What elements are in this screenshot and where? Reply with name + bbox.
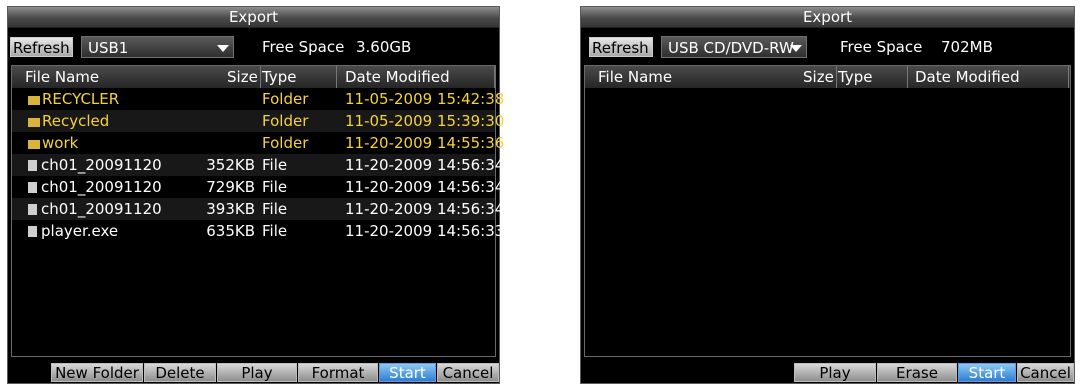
column-divider xyxy=(836,66,837,88)
start-button[interactable]: Start xyxy=(958,363,1016,382)
dialog-title: Export xyxy=(581,7,1074,28)
file-type: File xyxy=(262,178,288,196)
column-divider xyxy=(260,66,261,88)
file-list-header: File Name Size Type Date Modified xyxy=(12,66,495,88)
toolbar: Refresh USB CD/DVD-RW Free Space 702MB xyxy=(581,28,1074,58)
format-button[interactable]: Format xyxy=(298,363,378,382)
refresh-button[interactable]: Refresh xyxy=(589,37,653,57)
cancel-button[interactable]: Cancel xyxy=(437,363,499,382)
free-space-label: Free Space xyxy=(840,38,923,56)
erase-button[interactable]: Erase xyxy=(877,363,957,382)
file-icon xyxy=(28,204,37,215)
column-type[interactable]: Type xyxy=(838,66,872,88)
export-dialog-usb: Export Refresh USB1 Free Space 3.60GB Fi… xyxy=(7,6,504,384)
file-type: Folder xyxy=(262,134,309,152)
column-size[interactable]: Size xyxy=(227,66,258,88)
start-button[interactable]: Start xyxy=(379,363,436,382)
cancel-button[interactable]: Cancel xyxy=(1017,363,1074,382)
file-size: 393KB xyxy=(206,200,255,218)
export-dialog-cd-dvd: Export Refresh USB CD/DVD-RW Free Space … xyxy=(580,6,1075,384)
column-divider xyxy=(336,66,337,88)
file-date: 11-20-2009 14:56:33 xyxy=(345,222,505,240)
file-row[interactable]: player.exe 635KB File 11-20-2009 14:56:3… xyxy=(12,220,504,242)
file-row[interactable]: ch01_20091120 352KB File 11-20-2009 14:5… xyxy=(12,154,504,176)
file-name: work xyxy=(42,134,79,152)
file-type: File xyxy=(262,156,288,174)
file-date: 11-20-2009 14:56:34 xyxy=(345,156,505,174)
file-date: 11-05-2009 15:42:38 xyxy=(345,90,505,108)
device-select-value: USB1 xyxy=(88,39,129,57)
button-bar: Play Erase Start Cancel xyxy=(581,359,1074,383)
file-name: Recycled xyxy=(42,112,110,130)
column-divider xyxy=(494,66,495,88)
file-type: Folder xyxy=(262,112,309,130)
column-divider xyxy=(907,66,908,88)
file-list[interactable]: File Name Size Type Date Modified RECYCL… xyxy=(11,65,504,357)
folder-icon xyxy=(28,96,40,105)
folder-icon xyxy=(28,140,40,149)
file-date: 11-05-2009 15:39:30 xyxy=(345,112,505,130)
device-select[interactable]: USB1 xyxy=(81,36,234,58)
folder-icon xyxy=(28,118,40,127)
file-icon xyxy=(28,226,37,237)
column-date-modified[interactable]: Date Modified xyxy=(345,66,450,88)
toolbar: Refresh USB1 Free Space 3.60GB xyxy=(8,28,499,58)
refresh-button[interactable]: Refresh xyxy=(10,37,73,57)
column-type[interactable]: Type xyxy=(262,66,296,88)
device-select[interactable]: USB CD/DVD-RW xyxy=(661,36,807,58)
free-space-value: 702MB xyxy=(941,38,993,56)
column-divider xyxy=(1068,66,1069,88)
play-button[interactable]: Play xyxy=(794,363,876,382)
file-icon xyxy=(28,160,37,171)
chevron-down-icon xyxy=(790,45,802,52)
file-name: ch01_20091120 xyxy=(41,178,162,196)
file-type: File xyxy=(262,222,288,240)
file-name: ch01_20091120 xyxy=(41,200,162,218)
file-row[interactable]: ch01_20091120 729KB File 11-20-2009 14:5… xyxy=(12,176,504,198)
file-size: 352KB xyxy=(206,156,255,174)
file-date: 11-20-2009 14:56:34 xyxy=(345,200,505,218)
device-select-value: USB CD/DVD-RW xyxy=(668,39,794,57)
file-name: player.exe xyxy=(41,222,119,240)
file-icon xyxy=(28,182,37,193)
file-name: ch01_20091120 xyxy=(41,156,162,174)
column-size[interactable]: Size xyxy=(803,66,834,88)
file-date: 11-20-2009 14:55:36 xyxy=(345,134,505,152)
file-row[interactable]: Recycled Folder 11-05-2009 15:39:30 xyxy=(12,110,504,132)
file-row[interactable]: RECYCLER Folder 11-05-2009 15:42:38 xyxy=(12,88,504,110)
button-bar: New Folder Delete Play Format Start Canc… xyxy=(8,359,499,383)
dialog-title: Export xyxy=(8,7,499,28)
free-space-value: 3.60GB xyxy=(356,38,412,56)
delete-button[interactable]: Delete xyxy=(144,363,216,382)
file-name: RECYCLER xyxy=(42,90,120,108)
file-list[interactable]: File Name Size Type Date Modified xyxy=(584,65,1071,357)
play-button[interactable]: Play xyxy=(217,363,297,382)
column-file-name[interactable]: File Name xyxy=(598,66,672,88)
file-list-header: File Name Size Type Date Modified xyxy=(585,66,1070,88)
file-row[interactable]: ch01_20091120 393KB File 11-20-2009 14:5… xyxy=(12,198,504,220)
chevron-down-icon xyxy=(217,45,229,52)
column-file-name[interactable]: File Name xyxy=(25,66,99,88)
file-size: 729KB xyxy=(206,178,255,196)
file-size: 635KB xyxy=(206,222,255,240)
file-row[interactable]: work Folder 11-20-2009 14:55:36 xyxy=(12,132,504,154)
free-space-label: Free Space xyxy=(262,38,345,56)
file-date: 11-20-2009 14:56:34 xyxy=(345,178,505,196)
new-folder-button[interactable]: New Folder xyxy=(51,363,143,382)
file-type: File xyxy=(262,200,288,218)
file-type: Folder xyxy=(262,90,309,108)
column-date-modified[interactable]: Date Modified xyxy=(915,66,1020,88)
